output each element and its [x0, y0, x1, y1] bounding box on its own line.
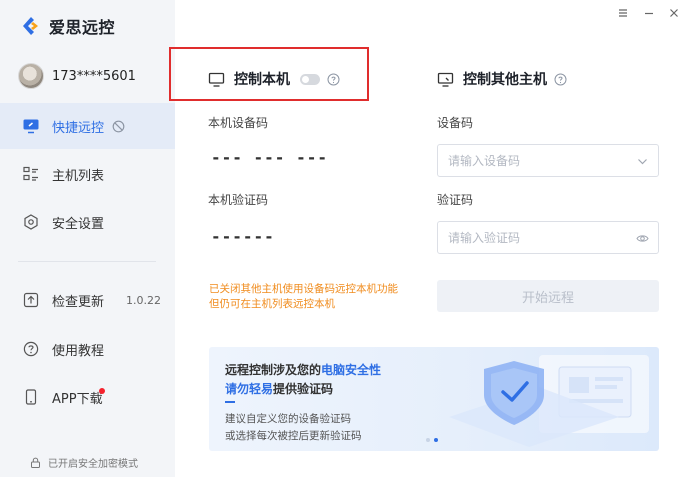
- logo-icon: [23, 17, 38, 35]
- user-profile[interactable]: 173****5601: [18, 63, 136, 89]
- sidebar-item-label: 快捷远控: [52, 120, 105, 136]
- warning-line: 已关闭其他主机使用设备码远控本机功能: [209, 283, 398, 295]
- help-circle-icon: [22, 340, 40, 358]
- device-code-label: 本机设备码: [208, 116, 269, 130]
- banner-highlight: 请勿轻易: [225, 382, 274, 396]
- update-icon: [22, 291, 40, 309]
- banner-text: 远程控制涉及您的: [225, 363, 322, 377]
- carousel-dot-active[interactable]: [434, 438, 438, 442]
- sidebar-item-app-download[interactable]: APP下载: [0, 374, 175, 420]
- carousel-dot[interactable]: [426, 438, 430, 442]
- sidebar-item-label: APP下载: [52, 391, 103, 407]
- remote-control-title: 控制其他主机: [463, 72, 547, 88]
- verify-code-value: ------: [211, 227, 275, 246]
- banner-line1: 远程控制涉及您的电脑安全性: [225, 361, 381, 378]
- phone-icon: [22, 388, 40, 406]
- quick-remote-icon: [22, 117, 40, 135]
- secure-mode-status: 已开启安全加密模式: [30, 455, 138, 470]
- banner-line4: 或选择每次被控后更新验证码: [225, 430, 362, 442]
- menu-button[interactable]: [614, 4, 632, 22]
- hexagon-settings-icon: [22, 213, 40, 231]
- sidebar-divider: [18, 261, 156, 262]
- menu-icon: [619, 9, 627, 17]
- remote-control-header: 控制其他主机: [437, 69, 567, 89]
- app-logo: 爱思远控: [20, 14, 115, 38]
- remote-verify-code-label: 验证码: [437, 193, 474, 207]
- sidebar-item-label: 检查更新: [52, 294, 105, 310]
- local-control-header: 控制本机: [208, 69, 340, 89]
- secure-mode-text: 已开启安全加密模式: [48, 459, 138, 470]
- user-phone: 173****5601: [52, 68, 136, 84]
- start-remote-button[interactable]: 开始远程: [437, 280, 659, 312]
- local-control-title: 控制本机: [234, 72, 290, 88]
- banner-text: 提供验证码: [273, 382, 334, 396]
- minimize-button[interactable]: [640, 4, 658, 22]
- lock-icon: [31, 457, 40, 468]
- verify-code-placeholder: 请输入验证码: [448, 231, 521, 245]
- warning-message: 已关闭其他主机使用设备码远控本机功能 但仍可在主机列表远控本机: [209, 282, 419, 312]
- eye-icon[interactable]: [636, 232, 649, 245]
- verify-code-label: 本机验证码: [208, 193, 269, 207]
- sidebar-item-label: 主机列表: [52, 168, 105, 184]
- sidebar-item-check-update[interactable]: 检查更新 1.0.22: [0, 277, 175, 323]
- chevron-down-icon[interactable]: [636, 155, 649, 168]
- remote-device-code-label: 设备码: [437, 116, 474, 130]
- sidebar-item-tutorial[interactable]: 使用教程: [0, 326, 175, 372]
- local-control-toggle[interactable]: [300, 73, 320, 85]
- warning-line: 但仍可在主机列表远控本机: [209, 298, 335, 310]
- version-label: 1.0.22: [126, 293, 161, 307]
- shield-illustration: [449, 355, 649, 447]
- banner-line2: 请勿轻易提供验证码: [225, 380, 333, 397]
- banner-dash: [225, 401, 235, 403]
- carousel-dots: [426, 438, 442, 442]
- banner-highlight: 电脑安全性: [321, 363, 382, 377]
- app-name: 爱思远控: [49, 18, 116, 37]
- device-code-value: --- --- ---: [211, 148, 328, 167]
- close-button[interactable]: [665, 4, 683, 22]
- list-icon: [22, 165, 40, 183]
- security-banner: 远程控制涉及您的电脑安全性 请勿轻易提供验证码 建议自定义您的设备验证码 或选择…: [209, 347, 659, 451]
- sidebar-item-security[interactable]: 安全设置: [0, 199, 175, 245]
- minimize-icon: [645, 12, 653, 15]
- verify-code-input[interactable]: 请输入验证码: [437, 221, 659, 254]
- banner-line3: 建议自定义您的设备验证码: [225, 413, 351, 425]
- monitor-icon: [437, 72, 454, 87]
- help-icon[interactable]: [327, 73, 340, 86]
- sidebar-item-label: 安全设置: [52, 216, 105, 232]
- device-code-placeholder: 请输入设备码: [448, 154, 521, 168]
- sidebar-item-host-list[interactable]: 主机列表: [0, 151, 175, 197]
- notification-dot: [99, 388, 105, 394]
- device-code-input[interactable]: 请输入设备码: [437, 144, 659, 177]
- close-icon: [670, 9, 678, 17]
- sidebar-item-quick-remote[interactable]: 快捷远控: [0, 103, 175, 149]
- help-icon[interactable]: [554, 73, 567, 86]
- avatar[interactable]: [18, 63, 44, 89]
- ban-icon: [112, 120, 125, 132]
- sidebar: 爱思远控 173****5601 快捷远控 主机列表 安全设置 检查更新 1.0…: [0, 0, 175, 477]
- sidebar-item-label: 使用教程: [52, 343, 105, 359]
- monitor-icon: [208, 72, 225, 87]
